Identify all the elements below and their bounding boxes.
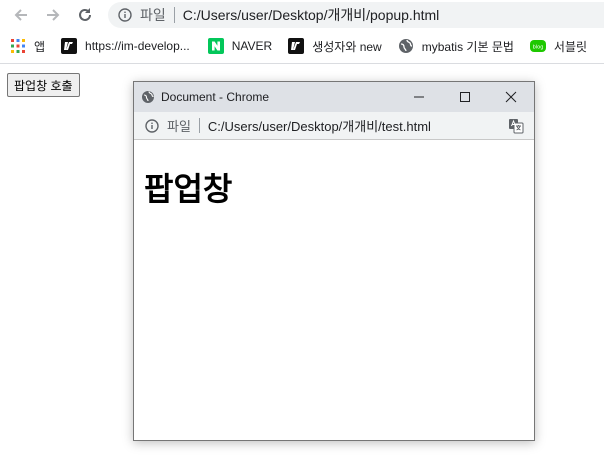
forward-button[interactable] [42,4,64,26]
close-button[interactable] [488,82,534,112]
popup-address-bar[interactable]: 파일 C:/Users/user/Desktop/개개비/test.html [134,112,534,140]
bookmark-label: 앱 [34,39,46,54]
info-icon[interactable] [118,8,132,22]
bookmark-label: NAVER [231,39,273,53]
globe-icon [398,38,414,54]
maximize-icon [460,92,470,102]
reload-icon [79,8,91,21]
browser-toolbar: 파일 C:/Users/user/Desktop/개개비/popup.html [0,0,604,30]
minimize-icon [414,96,424,98]
minimize-button[interactable] [396,82,442,112]
back-button[interactable] [10,4,32,26]
blog-icon: blog [529,38,546,54]
naver-icon [207,38,224,54]
bookmark-apps[interactable]: 앱 [0,34,51,58]
translate-icon[interactable] [508,118,524,134]
site-logo-icon [61,38,78,54]
omnibox[interactable]: 파일 C:/Users/user/Desktop/개개비/popup.html [108,2,604,28]
bookmark-im-develop[interactable]: https://im-develop... [55,34,196,58]
bookmark-label: https://im-develop... [85,39,190,53]
popup-title-bar[interactable]: Document - Chrome [134,82,534,112]
popup-scheme-label: 파일 [167,119,191,134]
bookmark-label: mybatis 기본 문법 [421,39,514,54]
bookmark-label: 생성자와 new [312,39,382,54]
popup-heading: 팝업창 [144,170,233,208]
globe-icon [141,90,155,104]
toolbar-divider [0,63,604,64]
back-arrow-icon [14,9,27,21]
popup-title: Document - Chrome [161,90,270,104]
popup-window: Document - Chrome 파일 C:/Users/user/Deskt… [133,81,535,441]
apps-grid-icon [10,38,26,54]
info-icon[interactable] [145,118,159,133]
svg-text:blog: blog [533,45,544,51]
bookmark-label: 서블릿 [553,39,588,54]
bookmark-constructor-new[interactable]: 생성자와 new [282,34,388,58]
bookmark-servlet[interactable]: blog 서블릿 [524,34,593,58]
site-logo-icon [288,38,305,54]
close-icon [505,91,517,103]
omnibox-url[interactable]: C:/Users/user/Desktop/개개비/popup.html [183,5,440,25]
popup-url: C:/Users/user/Desktop/개개비/test.html [207,119,431,134]
bookmark-mybatis[interactable]: mybatis 기본 문법 [392,34,520,58]
bookmark-naver[interactable]: NAVER [202,34,278,58]
omnibox-scheme-label: 파일 [140,7,166,23]
maximize-button[interactable] [442,82,488,112]
open-popup-button[interactable]: 팝업창 호출 [7,73,80,97]
omnibox-separator [173,7,175,23]
bookmarks-bar: 앱 https://im-develop... NAVER 생성자와 new m… [0,32,604,60]
popup-address-separator [198,118,200,133]
reload-button[interactable] [74,4,96,26]
forward-arrow-icon [47,9,60,21]
